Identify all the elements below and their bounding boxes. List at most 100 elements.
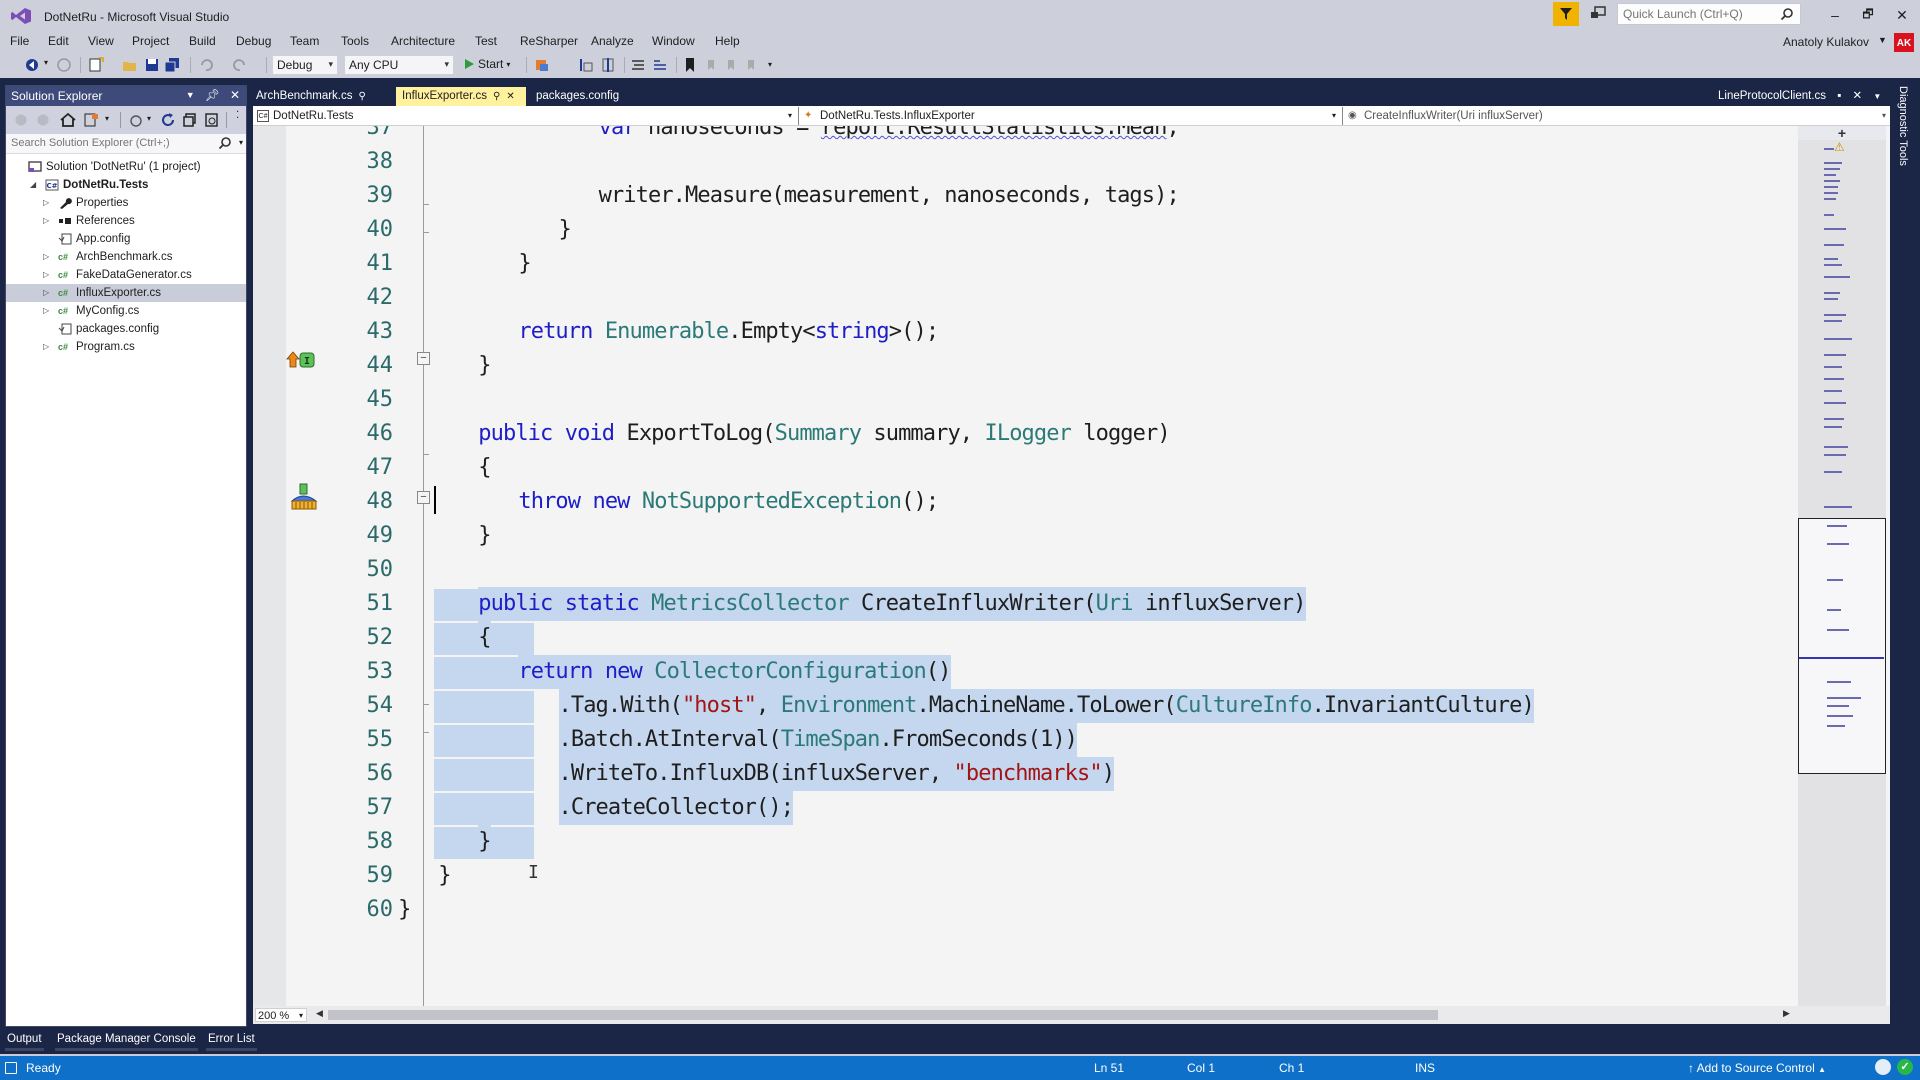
comment-lines-icon[interactable]	[630, 57, 646, 73]
code-line[interactable]: 40}	[253, 213, 1795, 247]
tree-item-archbenchmark-cs[interactable]: ▷ c# ArchBenchmark.cs	[6, 248, 246, 266]
toolbar-overflow-icon[interactable]: ⁚	[236, 110, 239, 121]
collapse-all-icon[interactable]	[182, 112, 198, 128]
code-line[interactable]: 49}	[253, 519, 1795, 553]
code-line[interactable]: 38	[253, 145, 1795, 179]
code-line[interactable]: 46 public void ExportToLog(Summary summar…	[253, 417, 1795, 451]
code-line[interactable]: 42	[253, 281, 1795, 315]
pin-icon[interactable]: ⚲	[359, 91, 366, 102]
code-line[interactable]: 56 .WriteTo.InfluxDB(influxServer, "bench…	[253, 757, 1795, 791]
vertical-scrollbar-minimap[interactable]: + ⚠	[1798, 126, 1886, 1006]
menu-window[interactable]: Window	[652, 34, 695, 48]
code-line[interactable]: 55 .Batch.AtInterval(TimeSpan.FromSeconds…	[253, 723, 1795, 757]
switch-views-icon[interactable]	[84, 112, 100, 128]
expand-arrow-icon[interactable]: ▷	[43, 248, 49, 266]
code-line[interactable]: 52 {	[253, 621, 1795, 655]
menu-tools[interactable]: Tools	[341, 34, 369, 48]
tree-item-program-cs[interactable]: ▷ c# Program.cs	[6, 338, 246, 356]
close-icon[interactable]: ✕	[1853, 90, 1863, 102]
expand-arrow-icon[interactable]: ▷	[43, 284, 49, 302]
close-icon[interactable]: ✕	[506, 91, 514, 102]
chevron-down-icon[interactable]: ▼	[186, 90, 195, 102]
expand-arrow-icon[interactable]: ▷	[43, 302, 49, 320]
collapse-region-toggle[interactable]: −	[417, 352, 430, 365]
collapse-region-toggle[interactable]: −	[417, 491, 430, 504]
search-icon[interactable]	[1780, 7, 1794, 21]
code-line[interactable]: 60}	[253, 893, 1795, 927]
code-line[interactable]: 58}	[253, 825, 1795, 859]
previous-bookmark-icon[interactable]	[704, 57, 720, 73]
expand-arrow-icon[interactable]: ▷	[43, 212, 49, 230]
notification-filter-button[interactable]	[1553, 2, 1579, 26]
tab-archbenchmark[interactable]: ArchBenchmark.cs ⚲	[250, 87, 372, 106]
menu-architecture[interactable]: Architecture	[391, 34, 455, 48]
code-line[interactable]: 51 public static MetricsCollector CreateI…	[253, 587, 1795, 621]
tree-item-myconfig-cs[interactable]: ▷ c# MyConfig.cs	[6, 302, 246, 320]
horizontal-scroll-thumb[interactable]	[328, 1010, 1438, 1020]
home-icon[interactable]	[60, 112, 76, 128]
scroll-right-icon[interactable]: ▶	[1783, 1008, 1790, 1019]
cleanup-brush-icon[interactable]	[288, 483, 320, 513]
split-editor-button[interactable]: +	[1798, 126, 1886, 140]
avatar[interactable]: AK	[1894, 33, 1914, 53]
tree-item-fakedatagenerator-cs[interactable]: ▷ c# FakeDataGenerator.cs	[6, 266, 246, 284]
browser-link-icon[interactable]	[534, 57, 550, 73]
solution-platform-dropdown[interactable]: Any CPU ▾	[344, 55, 454, 75]
minimize-button[interactable]: –	[1823, 5, 1847, 25]
tab-package-manager-console[interactable]: Package Manager Console	[55, 1030, 198, 1051]
tree-item-influxexporter-cs[interactable]: ▷ c# InfluxExporter.cs	[6, 284, 246, 302]
menu-help[interactable]: Help	[715, 34, 740, 48]
code-line[interactable]: 43 return Enumerable.Empty<string>();	[253, 315, 1795, 349]
close-icon[interactable]: ✕	[230, 88, 240, 102]
start-debugging-button[interactable]: Start ▾	[463, 57, 510, 71]
code-line[interactable]: 37 var nanoseconds = report.ResultStatist…	[253, 126, 1795, 145]
source-control-button[interactable]: ↑ Add to Source Control ▲	[1688, 1061, 1826, 1075]
expand-arrow-icon[interactable]: ▷	[43, 266, 49, 284]
code-line[interactable]: 59}	[253, 859, 1795, 893]
back-icon[interactable]	[14, 113, 28, 127]
chevron-down-icon[interactable]: ▼	[1878, 35, 1887, 45]
chevron-down-icon[interactable]: ▾	[44, 58, 48, 67]
checkmark-icon[interactable]: ✓	[1897, 1059, 1913, 1075]
navigate-back-icon[interactable]	[24, 57, 40, 73]
navigate-forward-icon[interactable]	[56, 57, 72, 73]
type-dropdown[interactable]: ✦ DotNetRu.Tests.InfluxExporter ▾	[800, 106, 1340, 126]
tab-packages-config[interactable]: packages.config	[530, 87, 625, 106]
sync-icon[interactable]	[160, 112, 176, 128]
expand-arrow-icon[interactable]: ▷	[43, 194, 49, 212]
menu-resharper[interactable]: ReSharper	[520, 34, 578, 48]
pin-icon[interactable]: 📌︎	[205, 88, 220, 102]
tab-lineprotocolclient[interactable]: LineProtocolClient.cs ▪ ✕ ▼	[1718, 87, 1881, 106]
menu-debug[interactable]: Debug	[236, 34, 271, 48]
pin-icon[interactable]: ⚲	[493, 91, 500, 102]
code-line[interactable]: 41}	[253, 247, 1795, 281]
tree-item-properties[interactable]: ▷ Properties	[6, 194, 246, 212]
step-over-icon[interactable]	[600, 57, 616, 73]
tab-error-list[interactable]: Error List	[206, 1030, 257, 1051]
code-line[interactable]: 50	[253, 553, 1795, 587]
member-dropdown[interactable]: ◉ CreateInfluxWriter(Uri influxServer) ▾	[1344, 106, 1890, 126]
solution-explorer-search-input[interactable]	[6, 134, 206, 152]
user-account-name[interactable]: Anatoly Kulakov	[1783, 35, 1869, 49]
chevron-down-icon[interactable]: ▾	[147, 114, 151, 123]
code-line[interactable]: 53 return new CollectorConfiguration()	[253, 655, 1795, 689]
code-line[interactable]: 47 {	[253, 451, 1795, 485]
forward-icon[interactable]	[36, 113, 50, 127]
diagnostic-tools-tab[interactable]: Diagnostic Tools	[1892, 86, 1914, 176]
quick-launch-input[interactable]	[1618, 4, 1768, 24]
tree-item-references[interactable]: ▷ References	[6, 212, 246, 230]
chevron-down-icon[interactable]: ▼	[1873, 92, 1881, 101]
code-line[interactable]: 45	[253, 383, 1795, 417]
implements-interface-icon[interactable]: I	[286, 350, 322, 370]
next-bookmark-icon[interactable]	[724, 57, 740, 73]
redo-icon[interactable]	[232, 57, 248, 73]
bookmark-icon[interactable]	[682, 57, 698, 73]
tree-item-solution-dotnetru-1-project[interactable]: Solution 'DotNetRu' (1 project)	[6, 158, 246, 176]
quick-launch-box[interactable]	[1617, 3, 1801, 25]
tab-influxexporter[interactable]: InfluxExporter.cs ⚲ ✕	[396, 87, 526, 106]
code-line[interactable]: 54 .Tag.With("host", Environment.MachineN…	[253, 689, 1795, 723]
menu-team[interactable]: Team	[290, 34, 319, 48]
pin-icon[interactable]: ▪	[1837, 90, 1841, 102]
close-window-button[interactable]: ✕	[1890, 5, 1914, 25]
chevron-down-icon[interactable]: ▾	[105, 114, 109, 123]
